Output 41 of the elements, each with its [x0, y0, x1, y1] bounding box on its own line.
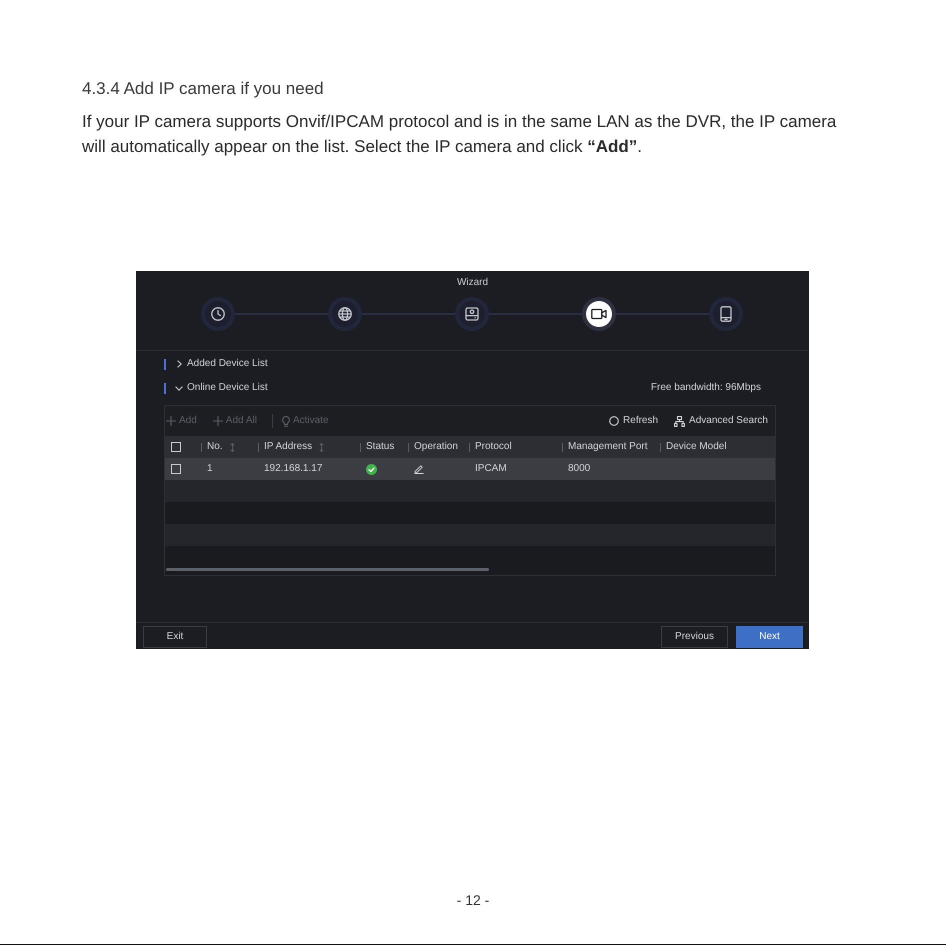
tablet-icon — [720, 306, 732, 322]
toolbar-button[interactable]: Advanced Search — [674, 414, 768, 428]
table-cell-text: 192.168.1.17 — [263, 462, 324, 476]
scrollbar-thumb[interactable] — [166, 568, 489, 571]
column-header[interactable]: Management Port — [568, 440, 648, 454]
hard-drive-icon — [465, 307, 479, 321]
accent-bar — [164, 358, 166, 370]
column-header[interactable]: Protocol — [475, 440, 512, 454]
edit-button[interactable] — [414, 464, 424, 474]
accent-bar — [164, 382, 166, 394]
column-header[interactable]: IP Address — [264, 440, 312, 454]
column-header[interactable]: No. — [207, 440, 223, 454]
wizard-button[interactable]: Previous — [661, 626, 728, 648]
pencil-icon — [414, 464, 424, 474]
table-cell-text: IPCAM — [474, 462, 508, 476]
refresh-icon — [609, 416, 620, 426]
table-row[interactable]: 1 192.168.1.17 IPCAM 8000 — [165, 458, 775, 480]
video-camera-icon — [591, 308, 607, 320]
globe-icon — [338, 307, 352, 321]
table-cell-text: 8000 — [567, 462, 592, 476]
column-header[interactable]: Device Model — [666, 440, 727, 454]
page-number: - 12 - — [456, 891, 490, 910]
wizard-button[interactable]: Exit — [143, 626, 207, 648]
clock-icon — [211, 307, 225, 321]
section-heading: 4.3.4 Add IP camera if you need — [82, 79, 324, 99]
bandwidth-label: Free bandwidth: 96Mbps — [650, 381, 761, 395]
plus-icon — [212, 416, 223, 426]
body-text: If your IP camera supports Onvif/IPCAM protocol and is in the same LAN as the DVR, the IP camera will automatically appear on the list. Select the IP camera and click “Add”. — [82, 111, 838, 158]
wizard-title: Wizard — [456, 276, 488, 290]
checkbox[interactable] — [171, 464, 181, 474]
device-list-toggle[interactable]: Online Device List — [175, 381, 268, 395]
table-cell-text: 1 — [206, 462, 214, 476]
device-list-toggle[interactable]: Added Device List — [175, 357, 268, 371]
plus-icon — [166, 416, 176, 426]
column-header[interactable]: Operation — [414, 440, 458, 454]
wizard-button[interactable]: Next — [736, 626, 803, 648]
lightbulb-icon — [282, 416, 290, 426]
checkbox[interactable] — [171, 442, 181, 452]
column-header[interactable]: Status — [366, 440, 394, 454]
toolbar-button[interactable]: Refresh — [609, 414, 658, 428]
network-icon — [674, 416, 686, 426]
